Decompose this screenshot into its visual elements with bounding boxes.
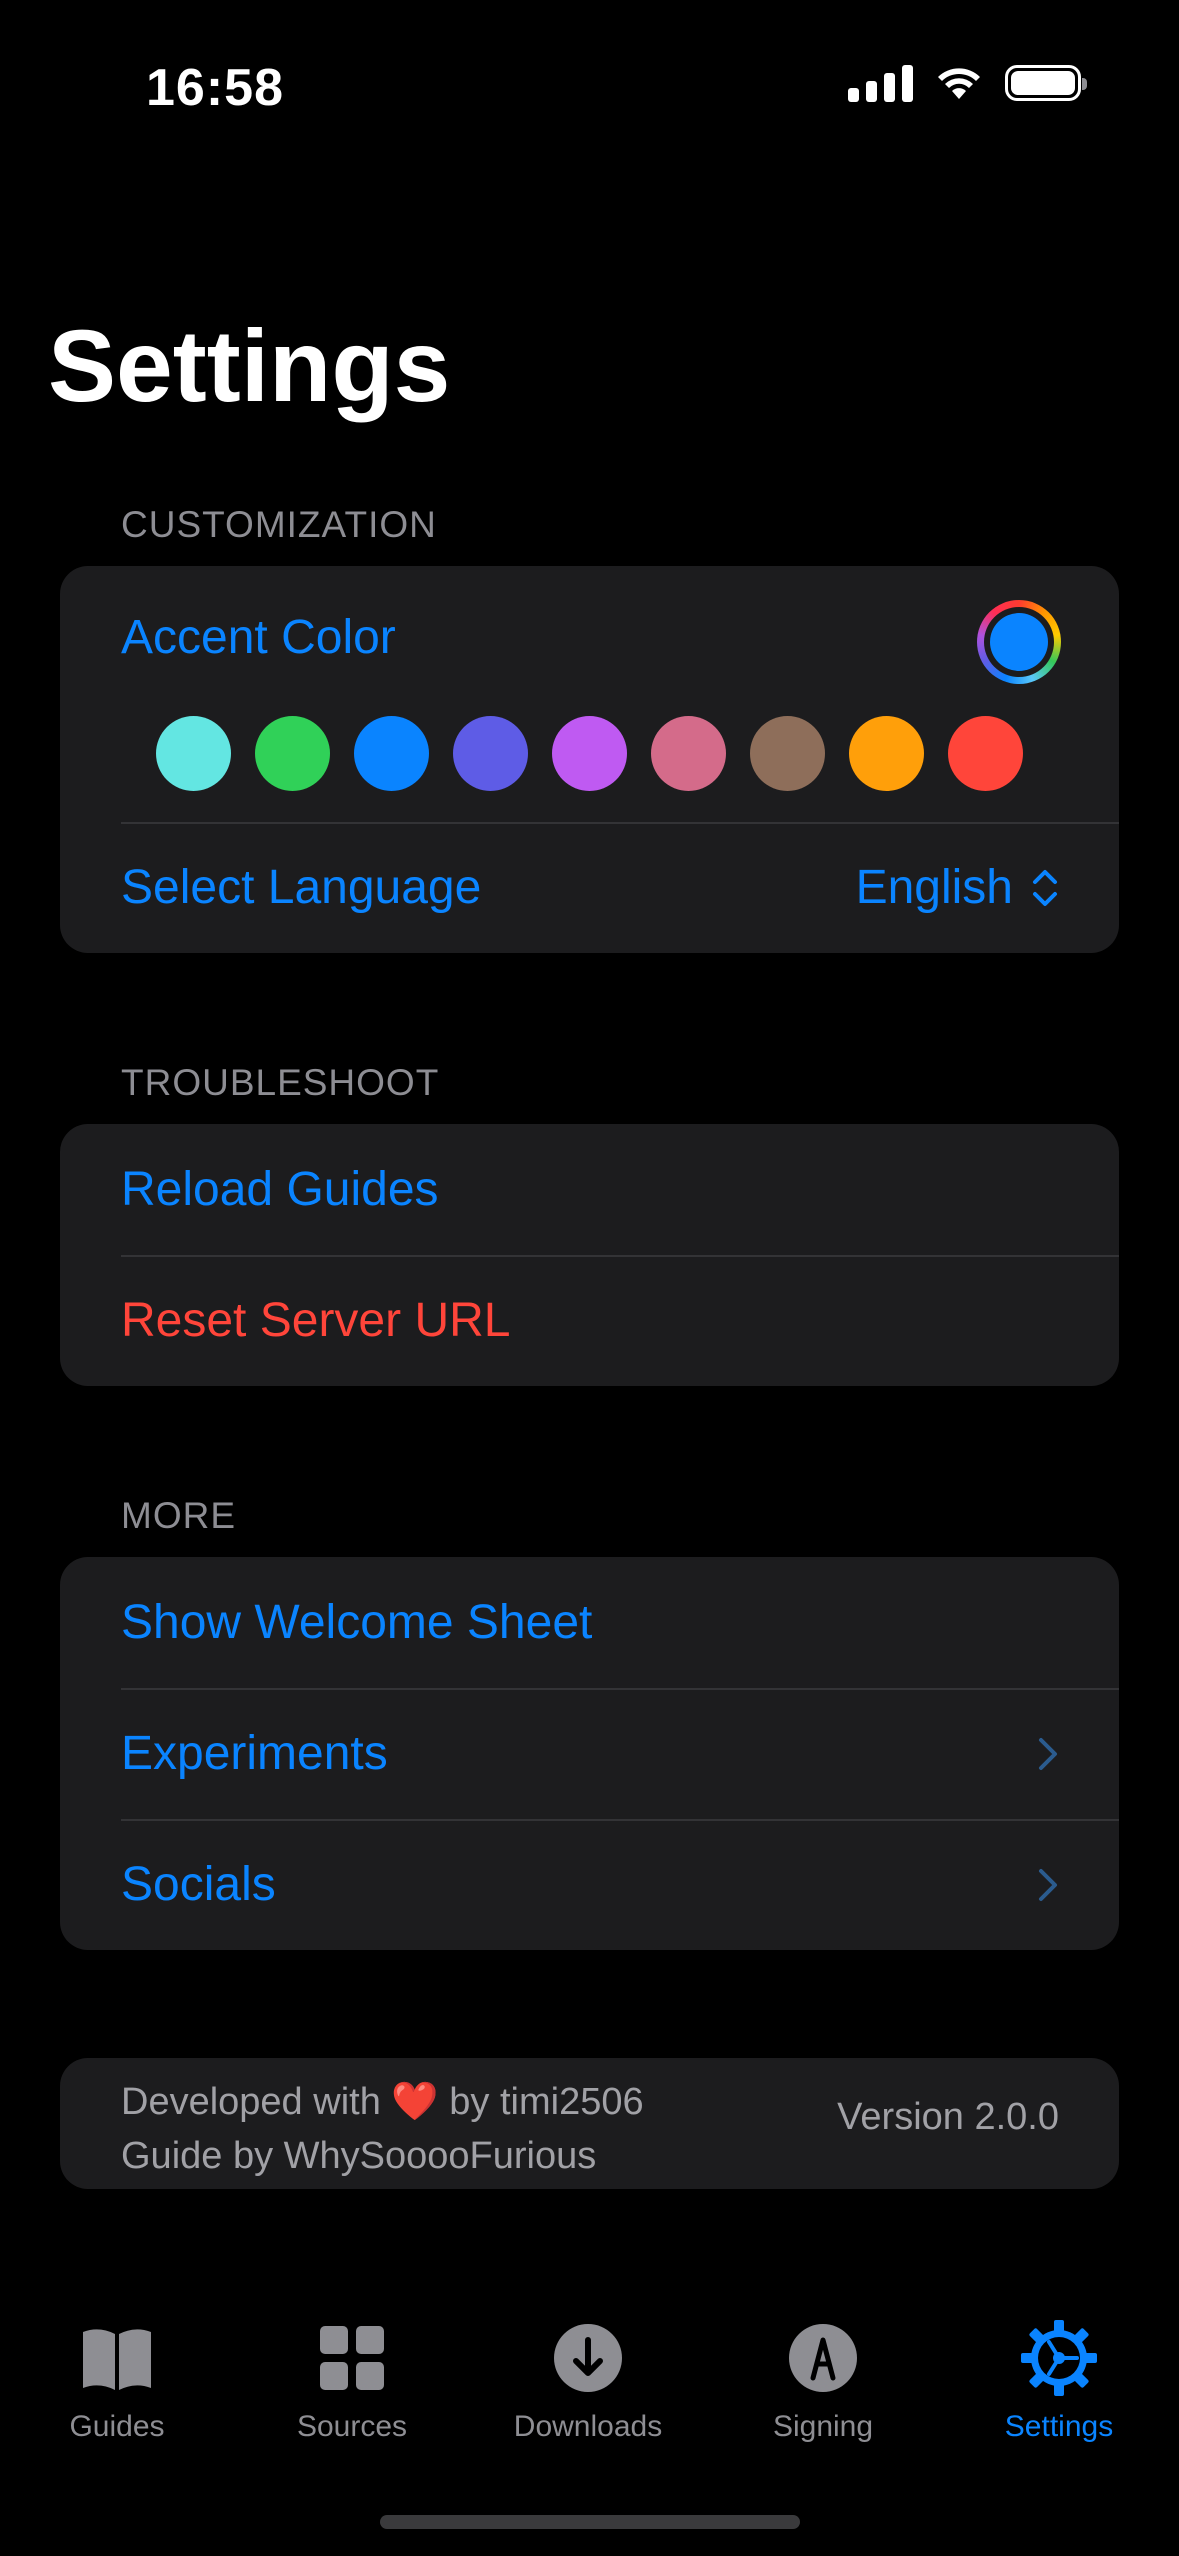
reload-guides-row[interactable]: Reload Guides [60, 1124, 1119, 1255]
show-welcome-sheet-row[interactable]: Show Welcome Sheet [60, 1557, 1119, 1688]
tab-settings[interactable]: Settings [959, 2318, 1159, 2444]
accent-swatch[interactable] [948, 716, 1023, 791]
accent-swatch[interactable] [849, 716, 924, 791]
tab-signing[interactable]: Signing [723, 2318, 923, 2444]
reset-server-url-label: Reset Server URL [121, 1294, 511, 1347]
accent-swatch[interactable] [750, 716, 825, 791]
guide-credit: Guide by WhySooooFurious [121, 2135, 597, 2177]
tab-bar: Guides Sources Downloads Signing Setting… [0, 2318, 1179, 2478]
accent-swatch[interactable] [552, 716, 627, 791]
page-title: Settings [48, 309, 451, 423]
tab-label: Signing [772, 2410, 874, 2443]
up-down-chevron-icon [1033, 869, 1057, 906]
accent-swatch[interactable] [156, 716, 231, 791]
download-circle-icon [554, 2324, 622, 2392]
tab-guides[interactable]: Guides [17, 2318, 217, 2444]
tab-label: Guides [69, 2410, 165, 2443]
language-value: English [855, 861, 1013, 914]
section-header-more: MORE [121, 1495, 236, 1536]
socials-row[interactable]: Socials [60, 1819, 1119, 1950]
accent-swatch[interactable] [453, 716, 528, 791]
credits-card: Developed with ❤️ by timi2506 Guide by W… [60, 2058, 1119, 2189]
status-time: 16:58 [146, 59, 284, 117]
chevron-right-icon [1039, 1737, 1057, 1770]
show-welcome-sheet-label: Show Welcome Sheet [121, 1596, 593, 1649]
wifi-icon [938, 68, 980, 99]
language-picker[interactable]: English [856, 860, 1059, 915]
book-icon [83, 2329, 151, 2390]
customization-card: Accent Color Select Language English [60, 566, 1119, 953]
tab-downloads[interactable]: Downloads [488, 2318, 688, 2444]
more-card: Show Welcome Sheet Experiments Socials [60, 1557, 1119, 1950]
battery-icon [1005, 65, 1087, 101]
version-label: Version 2.0.0 [837, 2096, 1059, 2138]
section-header-troubleshoot: TROUBLESHOOT [121, 1062, 440, 1103]
accent-swatch[interactable] [255, 716, 330, 791]
accent-swatch[interactable] [651, 716, 726, 791]
experiments-row[interactable]: Experiments [60, 1688, 1119, 1819]
experiments-label: Experiments [121, 1727, 388, 1780]
status-icons [848, 64, 1087, 102]
socials-label: Socials [121, 1858, 276, 1911]
select-language-row[interactable]: Select Language English [60, 822, 1119, 953]
credits-text: Developed with ❤️ by timi2506 Guide by W… [121, 2075, 644, 2183]
developer-credit: by timi2506 [449, 2081, 644, 2123]
grid-icon [320, 2326, 384, 2390]
cellular-signal-icon [848, 64, 913, 102]
developed-with-text: Developed with [121, 2081, 381, 2123]
select-language-label: Select Language [121, 861, 482, 914]
tab-sources[interactable]: Sources [252, 2318, 452, 2444]
section-header-customization: CUSTOMIZATION [121, 504, 437, 545]
chevron-right-icon [1039, 1868, 1057, 1901]
accent-color-label: Accent Color [121, 611, 396, 664]
gear-icon [1021, 2320, 1097, 2396]
accent-swatch[interactable] [354, 716, 429, 791]
tab-label: Downloads [513, 2410, 663, 2443]
reset-server-url-row[interactable]: Reset Server URL [60, 1255, 1119, 1386]
signature-icon [789, 2324, 857, 2392]
accent-color-preview[interactable] [977, 600, 1061, 684]
tab-label: Sources [296, 2410, 408, 2443]
accent-color-row[interactable]: Accent Color [60, 566, 1119, 726]
reload-guides-label: Reload Guides [121, 1163, 439, 1216]
troubleshoot-card: Reload Guides Reset Server URL [60, 1124, 1119, 1386]
home-indicator [380, 2515, 800, 2529]
heart-icon: ❤️ [391, 2081, 439, 2123]
tab-label: Settings [1004, 2410, 1114, 2443]
accent-swatches [156, 716, 1023, 791]
